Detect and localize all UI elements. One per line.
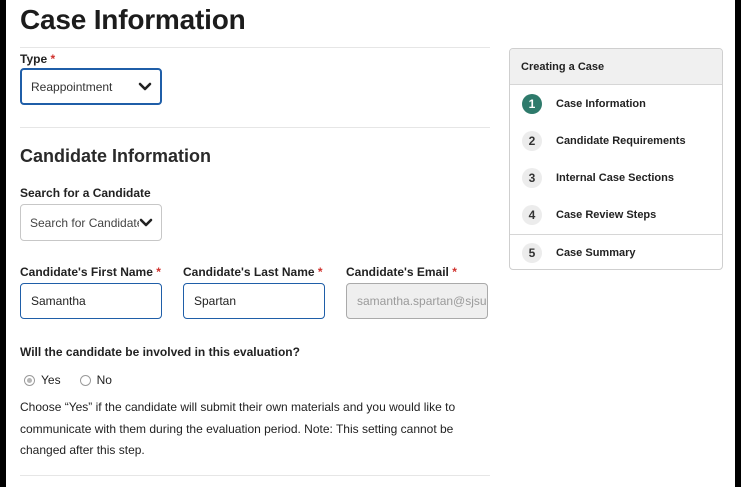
section-divider [20,127,490,128]
steps-panel: Creating a Case 1 Case Information 2 Can… [509,48,723,270]
step-number: 1 [522,93,542,114]
no-radio[interactable] [79,374,91,386]
step-number: 3 [522,167,542,188]
case-form-frame: Case Information Type * Reappointment Ca… [6,0,735,487]
no-radio-label[interactable]: No [97,373,112,387]
candidate-section-title: Candidate Information [20,146,212,166]
type-label: Type * [20,52,56,66]
involvement-question: Will the candidate be involved in this e… [20,345,300,359]
step-internal-case-sections[interactable]: 3 Internal Case Sections [510,159,722,196]
step-label: Case Summary [556,246,636,259]
first-name-label: Candidate's First Name * [20,265,161,279]
step-candidate-requirements[interactable]: 2 Candidate Requirements [510,122,722,159]
step-number: 4 [522,204,542,225]
last-name-input[interactable]: Spartan [183,283,325,319]
last-name-label: Candidate's Last Name * [183,265,323,279]
yes-radio[interactable] [24,374,35,386]
involvement-radio-group: Yes No [24,373,112,387]
step-label: Case Information [556,97,646,110]
step-label: Candidate Requirements [556,134,686,147]
yes-radio-label[interactable]: Yes [41,373,61,387]
steps-panel-heading: Creating a Case [510,49,722,85]
page-title: Case Information [20,4,246,35]
email-input: samantha.spartan@sjsu [346,283,488,319]
title-divider [20,47,490,48]
bottom-divider [20,475,490,476]
step-number: 5 [522,242,542,263]
search-candidate-select[interactable]: Search for Candidate [20,204,162,241]
involvement-help-text: Choose “Yes” if the candidate will submi… [20,400,456,457]
step-case-review-steps[interactable]: 4 Case Review Steps [510,196,722,233]
search-candidate-value: Search for Candidate [30,215,139,230]
email-label: Candidate's Email * [346,265,457,279]
chevron-down-icon [138,82,152,90]
type-select[interactable]: Reappointment [20,68,162,105]
step-case-summary[interactable]: 5 Case Summary [510,234,722,269]
step-case-information[interactable]: 1 Case Information [510,85,722,122]
step-number: 2 [522,130,542,151]
chevron-down-icon [139,218,153,226]
first-name-input[interactable]: Samantha [20,283,162,319]
type-select-value: Reappointment [31,79,113,94]
search-candidate-label: Search for a Candidate [20,186,151,200]
step-label: Internal Case Sections [556,171,674,184]
step-label: Case Review Steps [556,208,657,221]
